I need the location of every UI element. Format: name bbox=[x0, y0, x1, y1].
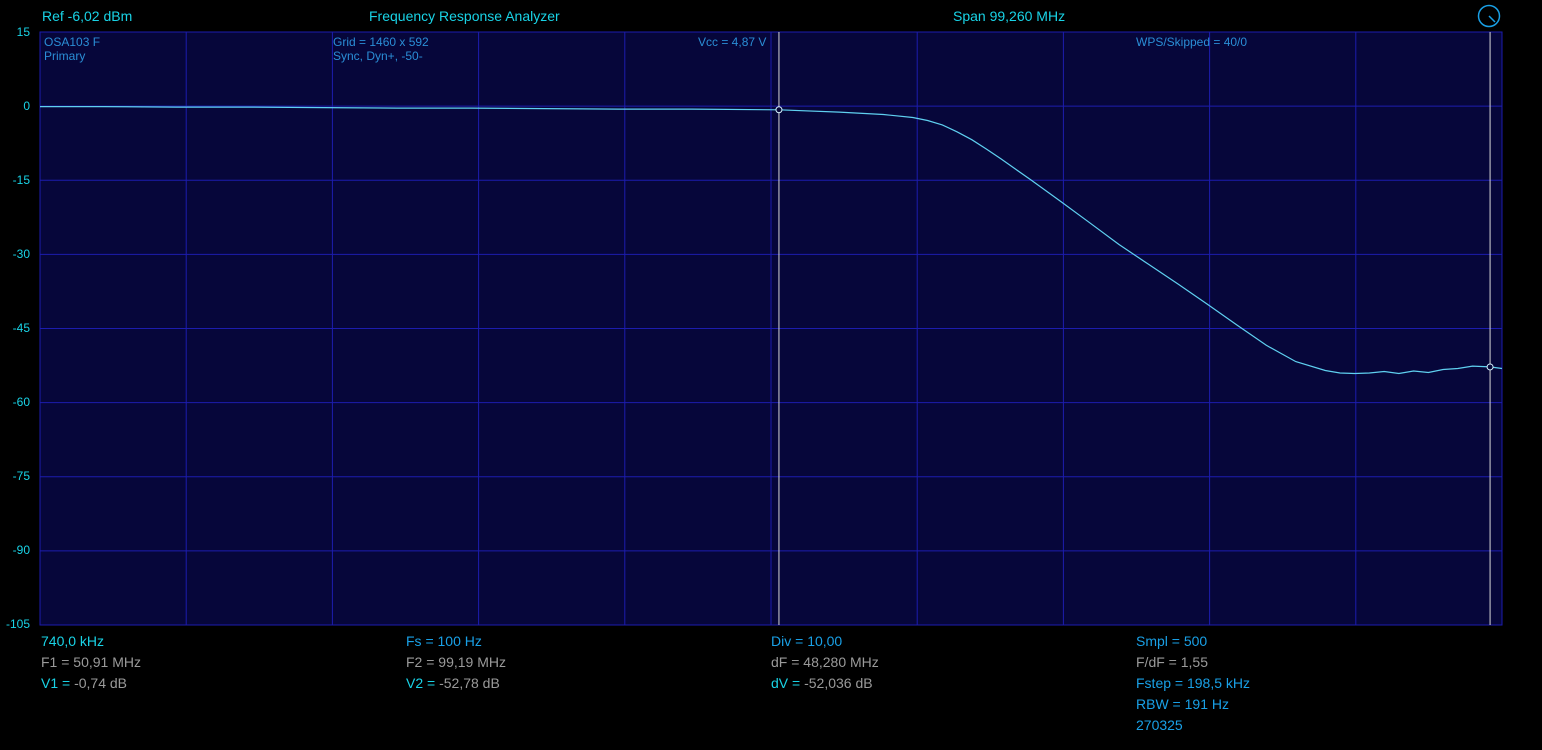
fdf-readout: F/dF = 1,55 bbox=[1136, 654, 1208, 670]
div-readout: Div = 10,00 bbox=[771, 633, 843, 649]
v2-readout: V2 = -52,78 dB bbox=[406, 675, 500, 691]
version-number: 270325 bbox=[1136, 717, 1183, 733]
f2-readout: F2 = 99,19 MHz bbox=[406, 654, 506, 670]
grid-info: Grid = 1460 x 592 Sync, Dyn+, -50- bbox=[333, 35, 429, 63]
sync-mode: Sync, Dyn+, -50- bbox=[333, 49, 423, 63]
dv-readout: dV = -52,036 dB bbox=[771, 675, 873, 691]
y-tick-label: -75 bbox=[12, 469, 30, 483]
reference-level: Ref -6,02 dBm bbox=[42, 8, 133, 24]
rbw-readout: RBW = 191 Hz bbox=[1136, 696, 1229, 712]
span-readout: Span 99,260 MHz bbox=[953, 8, 1066, 24]
smpl-readout: Smpl = 500 bbox=[1136, 633, 1208, 649]
channel-mode: Primary bbox=[44, 49, 86, 63]
footer-column-1: 740,0 kHz F1 = 50,91 MHz V1 = -0,74 dB bbox=[41, 631, 141, 694]
footer-column-3: Div = 10,00 dF = 48,280 MHz dV = -52,036… bbox=[771, 631, 879, 694]
y-tick-label: 15 bbox=[16, 25, 30, 39]
marker-point-f1[interactable] bbox=[775, 106, 783, 114]
device-name: OSA103 F bbox=[44, 35, 101, 49]
window-title: Frequency Response Analyzer bbox=[369, 8, 560, 24]
y-tick-label: -60 bbox=[12, 395, 30, 409]
y-tick-label: -15 bbox=[12, 173, 30, 187]
df-readout: dF = 48,280 MHz bbox=[771, 654, 879, 670]
footer-column-4: Smpl = 500 F/dF = 1,55 Fstep = 198,5 kHz… bbox=[1136, 631, 1250, 736]
fs-readout: Fs = 100 Hz bbox=[406, 633, 482, 649]
f1-readout: F1 = 50,91 MHz bbox=[41, 654, 141, 670]
y-tick-label: -45 bbox=[12, 321, 30, 335]
start-frequency: 740,0 kHz bbox=[41, 633, 105, 649]
settings-dial-icon[interactable] bbox=[1477, 4, 1501, 28]
marker-point-f2[interactable] bbox=[1486, 363, 1494, 371]
y-tick-label: 0 bbox=[23, 99, 30, 113]
y-tick-label: -105 bbox=[5, 617, 30, 631]
grid-size: Grid = 1460 x 592 bbox=[333, 35, 429, 49]
device-info: OSA103 F Primary bbox=[44, 35, 100, 63]
y-tick-label: -30 bbox=[12, 247, 30, 261]
y-tick-label: -90 bbox=[12, 543, 30, 557]
wps-readout: WPS/Skipped = 40/0 bbox=[1136, 35, 1248, 49]
fstep-readout: Fstep = 198,5 kHz bbox=[1136, 675, 1251, 691]
footer-column-2: Fs = 100 Hz F2 = 99,19 MHz V2 = -52,78 d… bbox=[406, 631, 506, 694]
v1-readout: V1 = -0,74 dB bbox=[41, 675, 128, 691]
vcc-readout: Vcc = 4,87 V bbox=[698, 35, 767, 49]
